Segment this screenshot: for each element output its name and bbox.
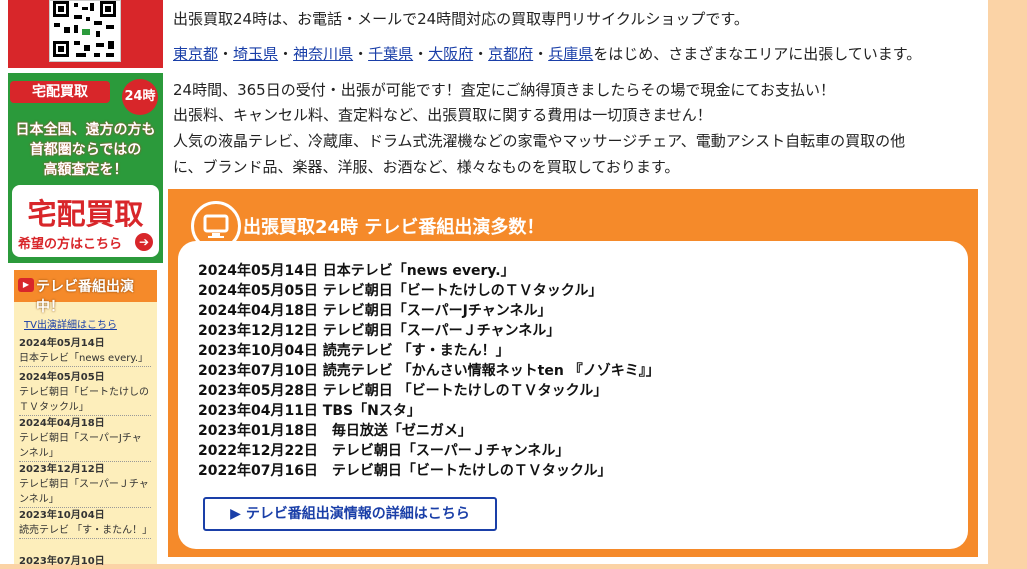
entry-date: 2024年05月05日 xyxy=(19,372,105,383)
pref-link-hyogo[interactable]: 兵庫県 xyxy=(548,45,593,63)
tv-appearance-row: 2022年07月16日 テレビ朝日「ビートたけしのＴＶタックル」 xyxy=(198,463,612,479)
tv-sidebar-entry[interactable]: 2023年07月10日 xyxy=(19,552,151,569)
tv-appearance-row: 2023年05月28日 テレビ朝日 「ビートたけしのＴＶタックル」 xyxy=(198,383,608,399)
banner-line3: 高額査定を！ xyxy=(43,162,128,178)
tv-sidebar-entry[interactable]: 2024年04月18日テレビ朝日「スーパーJチャンネル」 xyxy=(19,414,151,462)
paragraph-fees: 出張料、キャンセル料、査定料など、出張買取に関する費用は一切頂きません！ xyxy=(173,106,712,124)
paragraph-items-1: 人気の液晶テレビ、冷蔵庫、ドラム式洗濯機などの家電やマッサージチェア、電動アシス… xyxy=(173,132,906,150)
banner-24h-badge: 24時 xyxy=(122,79,158,115)
entry-text: 日本テレビ「news every.」 xyxy=(19,353,149,364)
tv-appearance-row: 2024年04月18日 テレビ朝日「スーパーJチャンネル」 xyxy=(198,303,552,319)
entry-text: テレビ朝日「スーパーＪチャンネル」 xyxy=(19,479,149,505)
tv-list-card: 2024年05月14日 日本テレビ「news every.」 2024年05月0… xyxy=(178,241,968,549)
banner-card-subtitle: 希望の方はこちら xyxy=(18,237,123,252)
banner-card-title: 宅配買取 xyxy=(27,197,144,231)
pref-link-chiba[interactable]: 千葉県 xyxy=(368,45,413,63)
banner-head: 宅配買取 xyxy=(10,81,110,103)
tv-sidebar-entry[interactable]: 2023年12月12日テレビ朝日「スーパーＪチャンネル」 xyxy=(19,460,151,508)
tv-sidebar-entry[interactable]: 2023年10月04日読売テレビ 「す・またん！」 xyxy=(19,506,153,539)
pref-separator: ・ xyxy=(353,45,369,63)
pref-link-tokyo[interactable]: 東京都 xyxy=(173,45,218,63)
pref-link-kanagawa[interactable]: 神奈川県 xyxy=(293,45,353,63)
takuhai-kaitori-banner[interactable]: 宅配買取 24時 日本全国、遠方の方も 首都圏ならではの 高額査定を！ 宅配買取… xyxy=(8,73,163,263)
intro-text: 出張買取24時は、お電話・メールで24時間対応の買取専門リサイクルショップです。 xyxy=(173,10,749,28)
entry-text: 読売テレビ 「す・またん！」 xyxy=(19,525,153,536)
banner-line2: 首都圏ならではの xyxy=(29,142,142,158)
pref-link-saitama[interactable]: 埼玉県 xyxy=(233,45,278,63)
prefecture-list: 東京都・埼玉県・神奈川県・千葉県・大阪府・京都府・兵庫県をはじめ、さまざまなエリ… xyxy=(173,43,921,64)
tv-appearance-row: 2022年12月22日 テレビ朝日「スーパーＪチャンネル」 xyxy=(198,443,570,459)
tv-appearance-row: 2023年04月11日 TBS「Nスタ」 xyxy=(198,403,421,419)
qr-code-icon xyxy=(49,0,121,62)
pref-separator: ・ xyxy=(218,45,234,63)
banner-card: 宅配買取 希望の方はこちら ➔ xyxy=(12,185,159,257)
tv-appearance-row: 2023年07月10日 読売テレビ 「かんさい情報ネットten 『ノゾキミ』」 xyxy=(198,363,660,379)
tv-sidebar-entry[interactable]: 2024年05月05日テレビ朝日「ビートたけしのＴＶタックル」 xyxy=(19,368,151,416)
entry-date: 2023年12月12日 xyxy=(19,464,105,475)
entry-date: 2024年04月18日 xyxy=(19,418,105,429)
tv-appearance-list: 2024年05月14日 日本テレビ「news every.」 2024年05月0… xyxy=(198,261,660,481)
tv-sidebar-entry[interactable]: 2024年05月14日日本テレビ「news every.」 xyxy=(19,334,151,367)
tv-detail-link[interactable]: TV出演詳細はこちら xyxy=(24,316,117,331)
tv-appearance-row: 2024年05月05日 テレビ朝日「ビートたけしのＴＶタックル」 xyxy=(198,283,603,299)
pref-separator: ・ xyxy=(533,45,549,63)
entry-date: 2023年07月10日 xyxy=(19,556,105,567)
paragraph-items-2: に、ブランド品、楽器、洋服、お酒など、様々なものを買取しております。 xyxy=(173,158,680,176)
tv-appearance-row: 2024年05月14日 日本テレビ「news every.」 xyxy=(198,263,515,279)
entry-date: 2024年05月14日 xyxy=(19,338,105,349)
tv-play-icon: ▶ xyxy=(18,278,34,292)
entry-text: テレビ朝日「スーパーJチャンネル」 xyxy=(19,433,142,459)
tv-appearance-row: 2023年12月12日 テレビ朝日「スーパーＪチャンネル」 xyxy=(198,323,561,339)
paragraph-24h: 24時間、365日の受付・出張が可能です！査定にご納得頂きましたらその場で現金に… xyxy=(173,81,835,99)
pref-separator: ・ xyxy=(413,45,429,63)
tv-panel-title: 出張買取24時 テレビ番組出演多数！ xyxy=(243,217,545,238)
entry-text: テレビ朝日「ビートたけしのＴＶタックル」 xyxy=(19,387,149,413)
arrow-right-icon: ➔ xyxy=(135,233,153,251)
banner-line1: 日本全国、遠方の方も xyxy=(15,122,156,138)
tv-detail-button[interactable]: ▶ テレビ番組出演情報の詳細はこちら xyxy=(203,497,497,531)
tv-appearance-row: 2023年10月04日 読売テレビ 「す・またん！」 xyxy=(198,343,510,359)
tv-appearance-panel: 出張買取24時 テレビ番組出演多数！ 2024年05月14日 日本テレビ「new… xyxy=(168,189,978,557)
pref-suffix: をはじめ、さまざまなエリアに出張しています。 xyxy=(593,45,922,63)
entry-date: 2023年10月04日 xyxy=(19,510,105,521)
pref-separator: ・ xyxy=(278,45,294,63)
tv-appearance-sidebar: ▶ テレビ番組出演中！ TV出演詳細はこちら 2024年05月14日日本テレビ「… xyxy=(14,270,157,567)
tv-appearance-row: 2023年01月18日 毎日放送「ゼニガメ」 xyxy=(198,423,472,439)
pref-separator: ・ xyxy=(473,45,489,63)
qr-code-panel xyxy=(8,0,163,68)
tv-sidebar-header: ▶ テレビ番組出演中！ xyxy=(14,270,157,315)
tv-sidebar-header-text: テレビ番組出演中！ xyxy=(36,279,134,315)
pref-link-kyoto[interactable]: 京都府 xyxy=(488,45,533,63)
pref-link-osaka[interactable]: 大阪府 xyxy=(428,45,473,63)
page: 宅配買取 24時 日本全国、遠方の方も 首都圏ならではの 高額査定を！ 宅配買取… xyxy=(0,0,988,567)
